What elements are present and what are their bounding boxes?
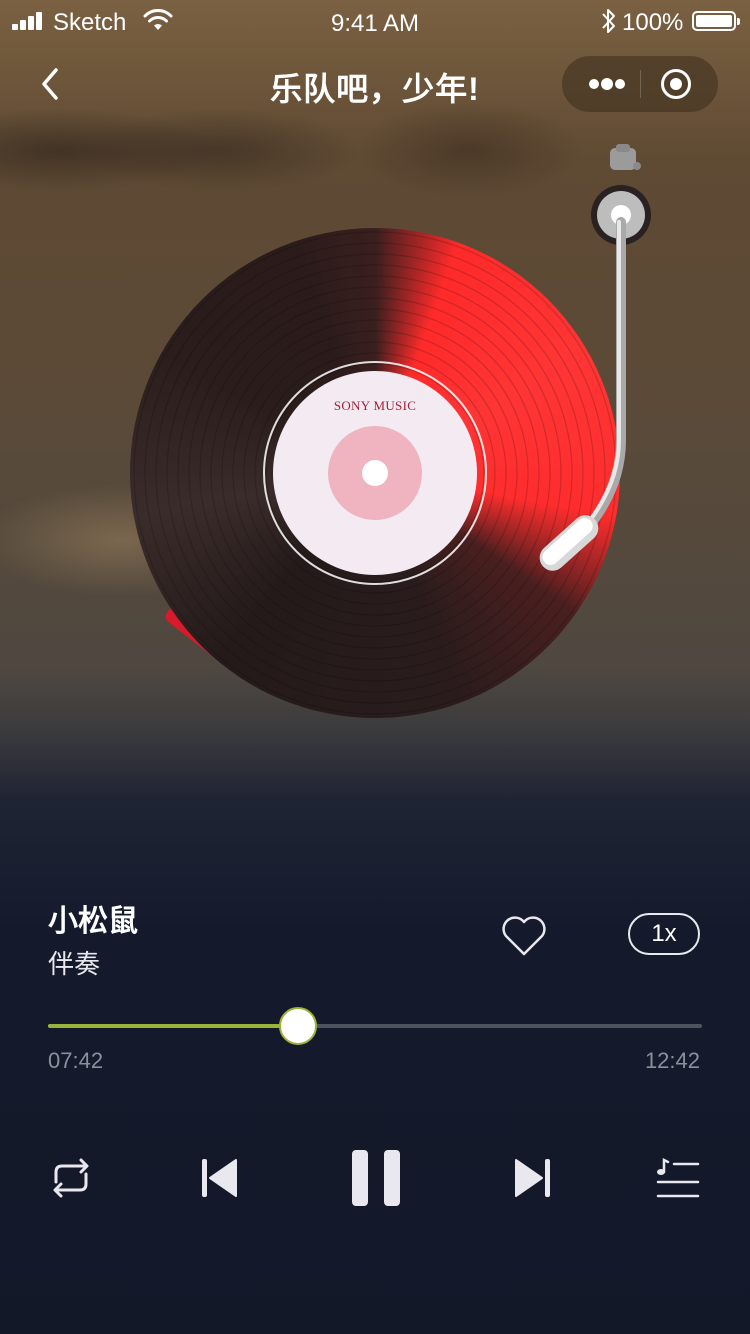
playback-speed-button[interactable]: 1x (628, 913, 700, 955)
record-spindle-hole (362, 460, 388, 486)
mini-program-capsule (562, 56, 718, 112)
more-button[interactable] (582, 56, 642, 112)
progress-slider[interactable] (48, 1006, 702, 1046)
close-capsule-button[interactable] (660, 68, 692, 100)
repeat-button[interactable] (48, 1156, 94, 1200)
pause-button[interactable] (350, 1148, 402, 1208)
progress-knob[interactable] (278, 1007, 317, 1045)
battery-percent: 100% (622, 9, 684, 36)
battery-icon (692, 11, 740, 31)
current-time: 07:42 (48, 1048, 104, 1073)
song-subtitle: 伴奏 (48, 949, 101, 979)
record-label-text: SONY MUSIC (333, 398, 417, 413)
tonearm (539, 144, 651, 571)
progress-fill (48, 1024, 298, 1028)
status-bar: Sketch 9:41 AM 100% (0, 0, 750, 44)
next-button[interactable] (512, 1157, 552, 1199)
bluetooth-icon (602, 9, 615, 33)
previous-button[interactable] (200, 1157, 240, 1199)
song-title: 小松鼠 (48, 905, 138, 938)
record-label: SONY MUSIC (273, 371, 477, 575)
capsule-divider (640, 70, 641, 98)
playlist-button[interactable] (656, 1158, 700, 1200)
total-time: 12:42 (644, 1048, 700, 1073)
favorite-button[interactable] (498, 910, 550, 962)
